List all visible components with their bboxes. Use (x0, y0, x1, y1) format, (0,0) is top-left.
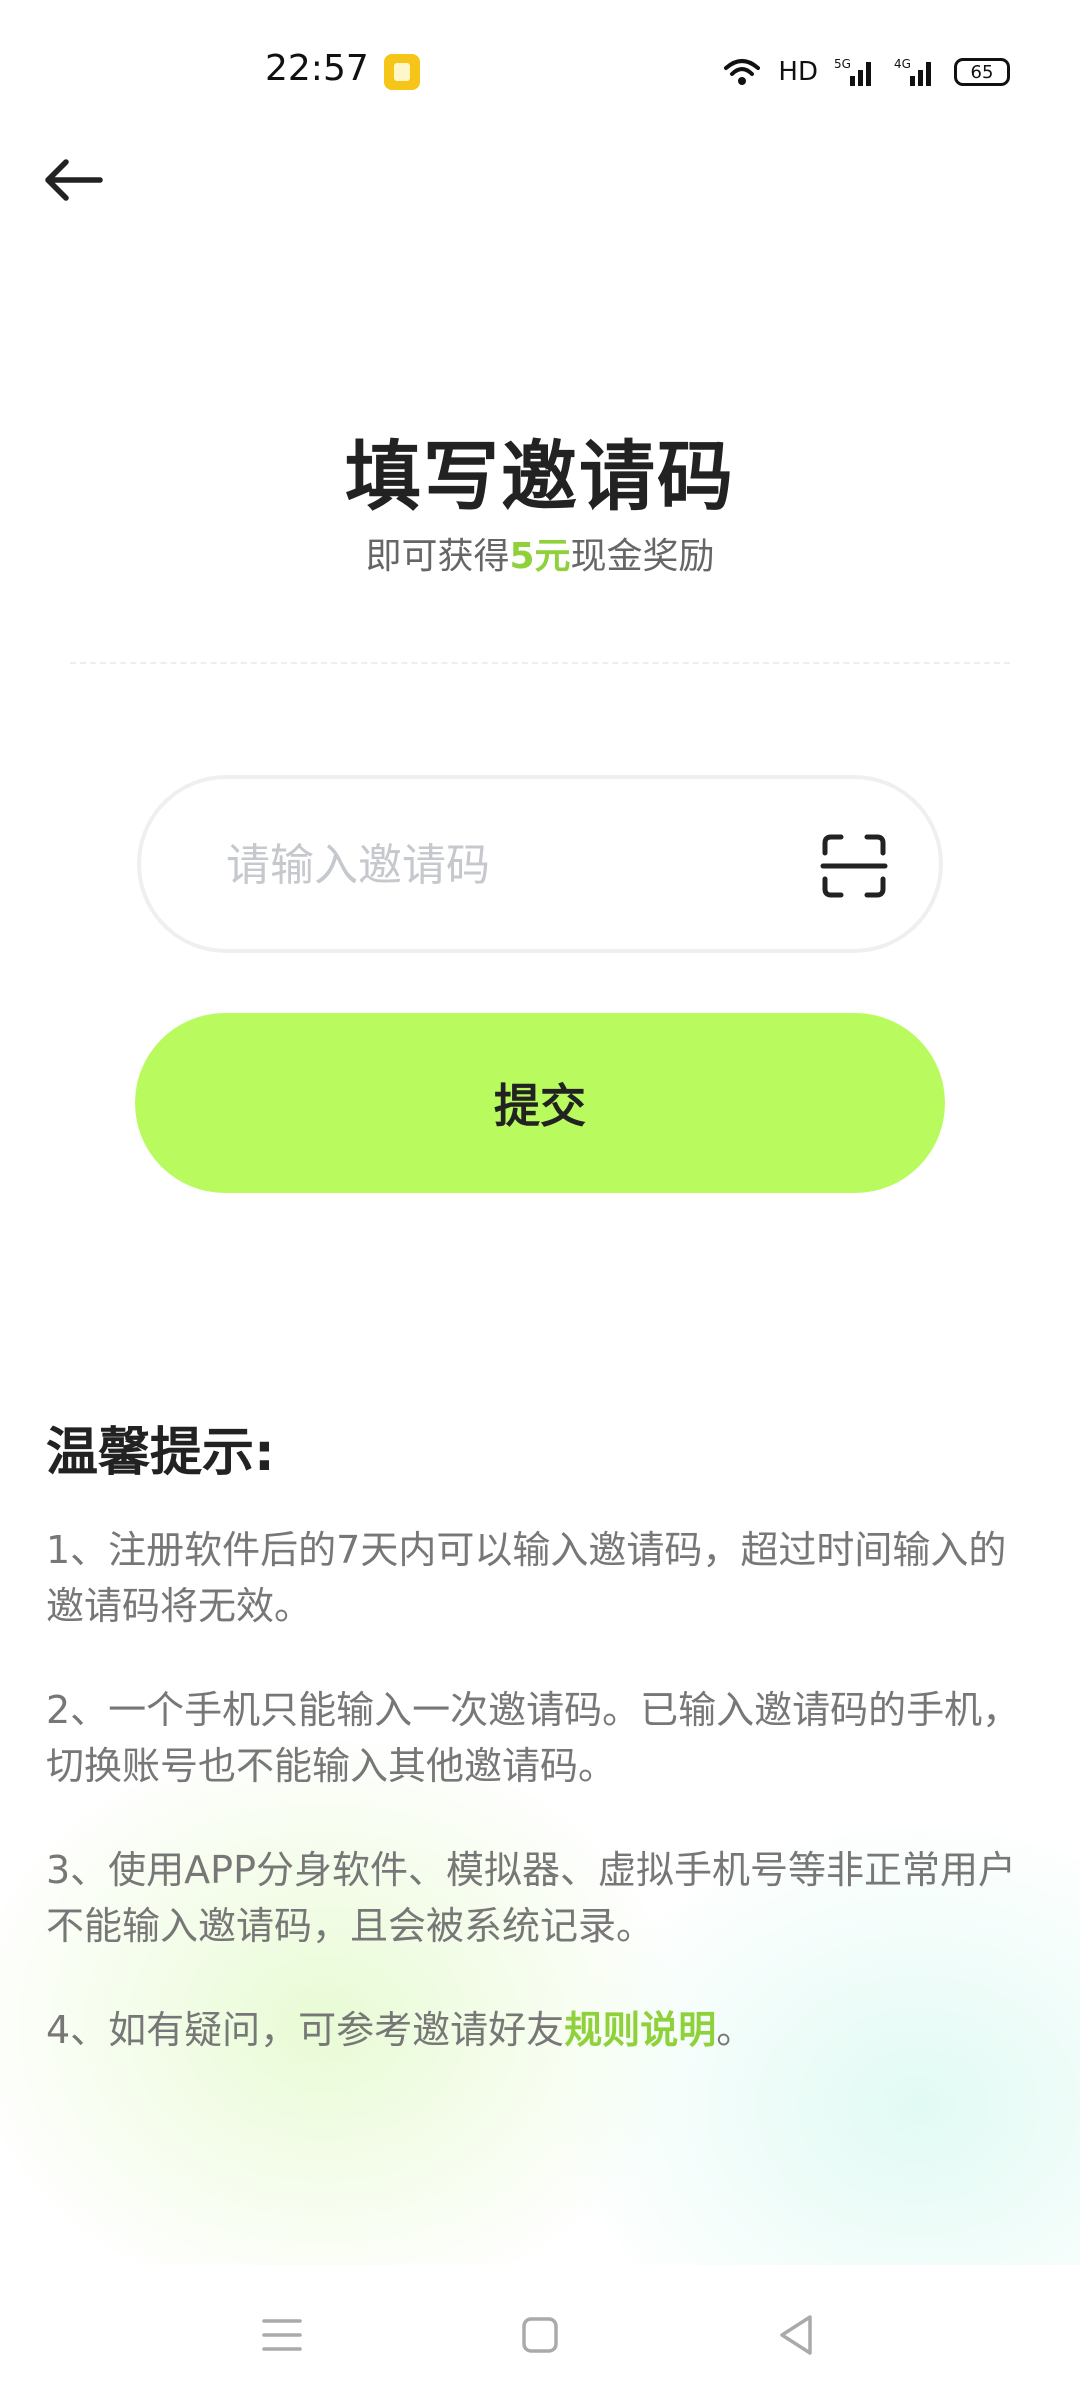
menu-icon (262, 2319, 302, 2351)
home-icon (522, 2317, 558, 2353)
page-title: 填写邀请码 (345, 432, 735, 521)
back-button[interactable] (40, 140, 130, 220)
page-subtitle: 即可获得5元现金奖励 (0, 527, 1080, 579)
subtitle-suffix: 现金奖励 (570, 536, 715, 577)
nav-home-button[interactable] (500, 2295, 580, 2375)
rules-link[interactable]: 规则说明 (564, 2008, 716, 2052)
wifi-icon (724, 59, 761, 85)
submit-button[interactable]: 提交 (135, 1013, 945, 1193)
back-triangle-icon (780, 2315, 812, 2355)
scan-icon (820, 834, 888, 898)
invite-code-input[interactable] (226, 823, 786, 907)
reward-amount: 5元 (509, 536, 571, 577)
nav-menu-button[interactable] (242, 2295, 322, 2375)
tip-item: 4、如有疑问，可参考邀请好友规则说明。 (46, 2002, 1036, 2058)
status-time: 22:57 (265, 48, 369, 89)
subtitle-prefix: 即可获得 (365, 536, 510, 577)
tip-4-suffix: 。 (716, 2008, 755, 2052)
status-indicators: HD 5G 4G 65 (722, 52, 1010, 92)
svg-text:4G: 4G (894, 57, 911, 71)
divider (70, 662, 1010, 664)
tip-item: 3、使用APP分身软件、模拟器、虚拟手机号等非正常用户不能输入邀请码，且会被系统… (46, 1848, 1017, 1948)
notification-app-icon (384, 54, 420, 90)
signal-4g-icon: 4G (894, 57, 931, 86)
tip-4-prefix: 4、如有疑问，可参考邀请好友 (46, 2008, 565, 2052)
tip-item: 1、注册软件后的7天内可以输入邀请码，超过时间输入的邀请码将无效。 (46, 1528, 1007, 1628)
network-hd-label: HD (778, 57, 818, 87)
back-arrow-icon (45, 159, 103, 201)
svg-text:5G: 5G (834, 57, 851, 71)
battery-indicator: 65 (954, 58, 1010, 86)
tips-title: 温馨提示: (46, 1423, 275, 1483)
nav-back-button[interactable] (756, 2295, 836, 2375)
system-nav-bar (0, 2265, 1080, 2400)
invite-code-field[interactable] (137, 775, 943, 953)
scan-button[interactable] (819, 831, 889, 901)
signal-5g-icon: 5G (834, 57, 871, 86)
status-bar: 22:57 HD 5G 4G 65 (0, 0, 1080, 140)
tip-item: 2、一个手机只能输入一次邀请码。已输入邀请码的手机，切换账号也不能输入其他邀请码… (46, 1688, 1021, 1788)
